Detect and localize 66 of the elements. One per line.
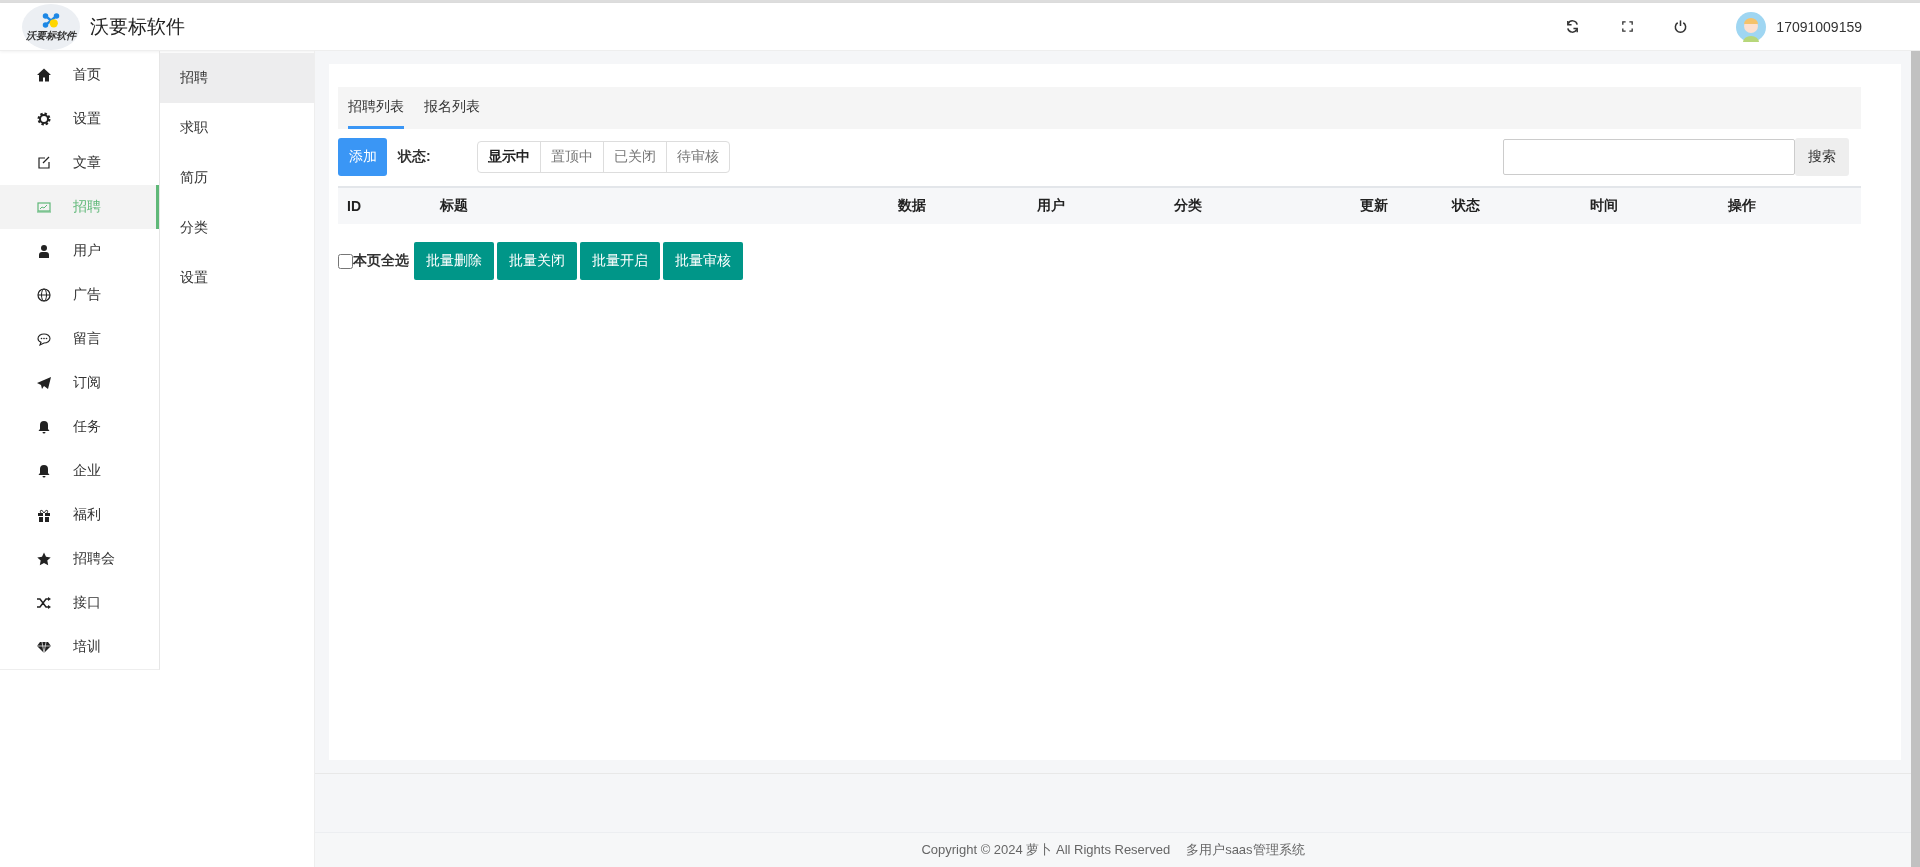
status-label: 状态: bbox=[398, 148, 432, 166]
column-header: 用户 bbox=[1037, 197, 1066, 215]
submenu-item[interactable]: 求职 bbox=[160, 103, 314, 153]
sidebar-item[interactable]: 福利 bbox=[0, 493, 159, 537]
column-header: 标题 bbox=[440, 197, 469, 215]
sidebar-item[interactable]: 留言 bbox=[0, 317, 159, 361]
app-title: 沃要标软件 bbox=[90, 14, 185, 39]
submenu-item[interactable]: 设置 bbox=[160, 253, 314, 303]
bulk-action-button[interactable]: 批量关闭 bbox=[497, 242, 577, 280]
column-header: 更新 bbox=[1360, 197, 1389, 215]
status-filter[interactable]: 置顶中 bbox=[540, 142, 603, 172]
home-icon bbox=[36, 67, 52, 83]
column-header: 数据 bbox=[898, 197, 927, 215]
column-header: 分类 bbox=[1174, 197, 1203, 215]
search-field[interactable] bbox=[1503, 139, 1795, 175]
bulk-action-button[interactable]: 批量删除 bbox=[414, 242, 494, 280]
sidebar-item[interactable]: 企业 bbox=[0, 449, 159, 493]
checkbox[interactable] bbox=[338, 253, 353, 269]
molecule-logo-icon bbox=[40, 12, 62, 29]
status-filter[interactable]: 待审核 bbox=[666, 142, 729, 172]
shuffle-icon bbox=[36, 595, 52, 611]
sidebar-item[interactable]: 培训 bbox=[0, 625, 159, 669]
board-icon bbox=[36, 199, 52, 215]
copyright-text: Copyright © 2024 萝卜 All Rights Reserved bbox=[921, 841, 1171, 859]
sidebar-item[interactable]: 用户 bbox=[0, 229, 159, 273]
plane-icon bbox=[36, 375, 52, 391]
column-header: 时间 bbox=[1590, 197, 1619, 215]
logo-text: 沃要标软件 bbox=[26, 30, 76, 41]
sidebar-item[interactable]: 订阅 bbox=[0, 361, 159, 405]
system-name: 多用户saas管理系统 bbox=[1186, 841, 1305, 859]
tab[interactable]: 报名列表 bbox=[424, 98, 480, 129]
bell-icon bbox=[36, 463, 52, 479]
power-icon[interactable] bbox=[1673, 19, 1689, 34]
bulk-action-button[interactable]: 批量审核 bbox=[663, 242, 743, 280]
sidebar-item[interactable]: 任务 bbox=[0, 405, 159, 449]
sidebar-item[interactable]: 首页 bbox=[0, 53, 159, 97]
submenu-item[interactable]: 分类 bbox=[160, 203, 314, 253]
status-filter[interactable]: 显示中 bbox=[478, 142, 540, 172]
star-icon bbox=[36, 551, 52, 567]
sidebar-item[interactable]: 广告 bbox=[0, 273, 159, 317]
refresh-icon[interactable] bbox=[1565, 19, 1581, 34]
chat-icon bbox=[36, 331, 52, 347]
gift-icon bbox=[36, 507, 52, 523]
status-filter[interactable]: 已关闭 bbox=[603, 142, 666, 172]
column-header: 操作 bbox=[1728, 197, 1757, 215]
gear-icon bbox=[36, 111, 52, 127]
sidebar-item[interactable]: 招聘会 bbox=[0, 537, 159, 581]
bulk-action-button[interactable]: 批量开启 bbox=[580, 242, 660, 280]
fullscreen-icon[interactable] bbox=[1620, 19, 1636, 34]
submenu-item[interactable]: 招聘 bbox=[160, 53, 314, 103]
bell-icon bbox=[36, 419, 52, 435]
select-all-label[interactable]: 本页全选 bbox=[353, 252, 409, 270]
sidebar-item[interactable]: 文章 bbox=[0, 141, 159, 185]
username[interactable]: 17091009159 bbox=[1776, 18, 1862, 35]
sidebar-item[interactable]: 接口 bbox=[0, 581, 159, 625]
column-header: 状态 bbox=[1452, 197, 1481, 215]
search-button[interactable]: 搜索 bbox=[1795, 138, 1849, 176]
tab[interactable]: 招聘列表 bbox=[348, 98, 404, 129]
user-icon bbox=[36, 243, 52, 259]
edit-icon bbox=[36, 155, 52, 171]
scrollbar[interactable] bbox=[1911, 51, 1920, 867]
diamond-icon bbox=[36, 639, 52, 655]
submenu-item[interactable]: 简历 bbox=[160, 153, 314, 203]
globe-icon bbox=[36, 287, 52, 303]
column-header: ID bbox=[347, 198, 362, 214]
sidebar-item[interactable]: 设置 bbox=[0, 97, 159, 141]
